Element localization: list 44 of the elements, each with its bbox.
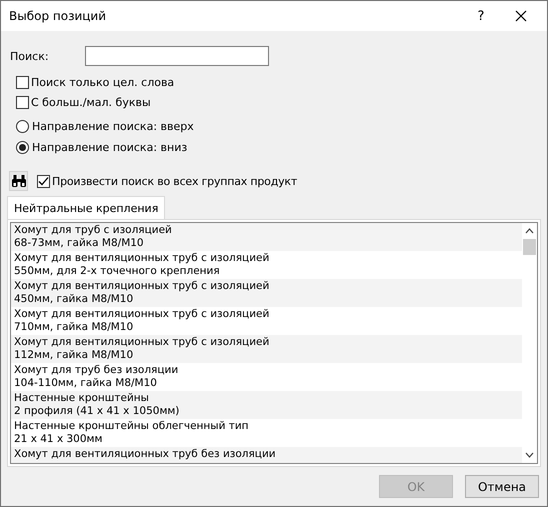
scroll-down-icon[interactable] bbox=[525, 452, 534, 458]
list-item[interactable]: Настенные кронштейны 2 профиля (41 x 41 x 1050мм) bbox=[11, 391, 522, 419]
item-text: 2 профиля (41 x 41 x 1050мм) bbox=[14, 405, 180, 418]
item-text: 112мм, гайка M8/M10 bbox=[14, 349, 134, 362]
scroll-thumb[interactable] bbox=[523, 239, 536, 255]
find-button[interactable] bbox=[9, 171, 28, 191]
item-text: 450мм, гайка M8/M10 bbox=[14, 293, 134, 306]
item-text: Хомут для труб с изоляцией bbox=[14, 224, 173, 237]
tab[interactable]: Нейтральные крепления bbox=[7, 196, 166, 219]
item-text: Хомут для вентиляционных труб с изоляцией bbox=[14, 336, 270, 349]
checkbox[interactable] bbox=[37, 174, 50, 188]
option-label: Направление поиска: вниз bbox=[32, 141, 188, 154]
item-text: Настенные кронштейны bbox=[14, 392, 150, 405]
item-text: Хомут для вентиляционных труб с изоляцией bbox=[14, 308, 270, 321]
item-text: Хомут для вентиляционных труб с изоляцией bbox=[14, 280, 270, 293]
list-item[interactable]: Хомут для труб с изоляцией 68-73мм, гайка M8/M10 bbox=[11, 223, 522, 251]
item-text: Хомут для вентиляционных труб с изоляцией bbox=[14, 252, 270, 265]
radio-button[interactable] bbox=[16, 141, 29, 154]
item-text: 710мм, гайка M8/M10 bbox=[14, 321, 134, 334]
option-label: Поиск только цел. слова bbox=[31, 76, 174, 88]
item-text: Хомут для труб без изоляции bbox=[14, 364, 180, 377]
binoculars-icon bbox=[10, 174, 26, 188]
option-label: Произвести поиск во всех группах продукт bbox=[52, 174, 298, 188]
item-text: 68-73мм, гайка M8/M10 bbox=[14, 237, 145, 250]
list-item[interactable]: Хомут для вентиляционных труб с изоляцией 112мм, гайка M8/M10 bbox=[11, 335, 522, 363]
window-title: Выбор позиций bbox=[9, 9, 108, 23]
checkbox[interactable] bbox=[16, 76, 29, 88]
search-field[interactable] bbox=[85, 46, 269, 66]
item-text: Настенные кронштейны облегченный тип bbox=[14, 420, 250, 433]
item-text: 550мм, для 2-х точечного крепления bbox=[14, 265, 221, 278]
item-text: 21 x 41 x 300мм bbox=[14, 433, 104, 446]
item-text: 104-110мм, гайка M8/M10 bbox=[14, 377, 158, 390]
dialog-button[interactable]: Отмена bbox=[465, 475, 539, 498]
search-label: Поиск: bbox=[10, 50, 50, 62]
option-label: С больш./мал. буквы bbox=[31, 96, 151, 108]
scroll-up-icon[interactable] bbox=[525, 228, 534, 234]
item-text: Хомут для вентиляционных труб без изоляции bbox=[14, 448, 277, 461]
list-item[interactable]: Хомут для вентиляционных труб без изоляции bbox=[11, 447, 522, 463]
help-button[interactable]: ? bbox=[461, 1, 501, 31]
checkbox[interactable] bbox=[16, 96, 29, 108]
radio-button[interactable] bbox=[16, 120, 29, 133]
close-icon bbox=[515, 10, 527, 22]
option-label: Направление поиска: вверх bbox=[32, 120, 194, 133]
list-item[interactable]: Хомут для вентиляционных труб с изоляцией 450мм, гайка M8/M10 bbox=[11, 279, 522, 307]
